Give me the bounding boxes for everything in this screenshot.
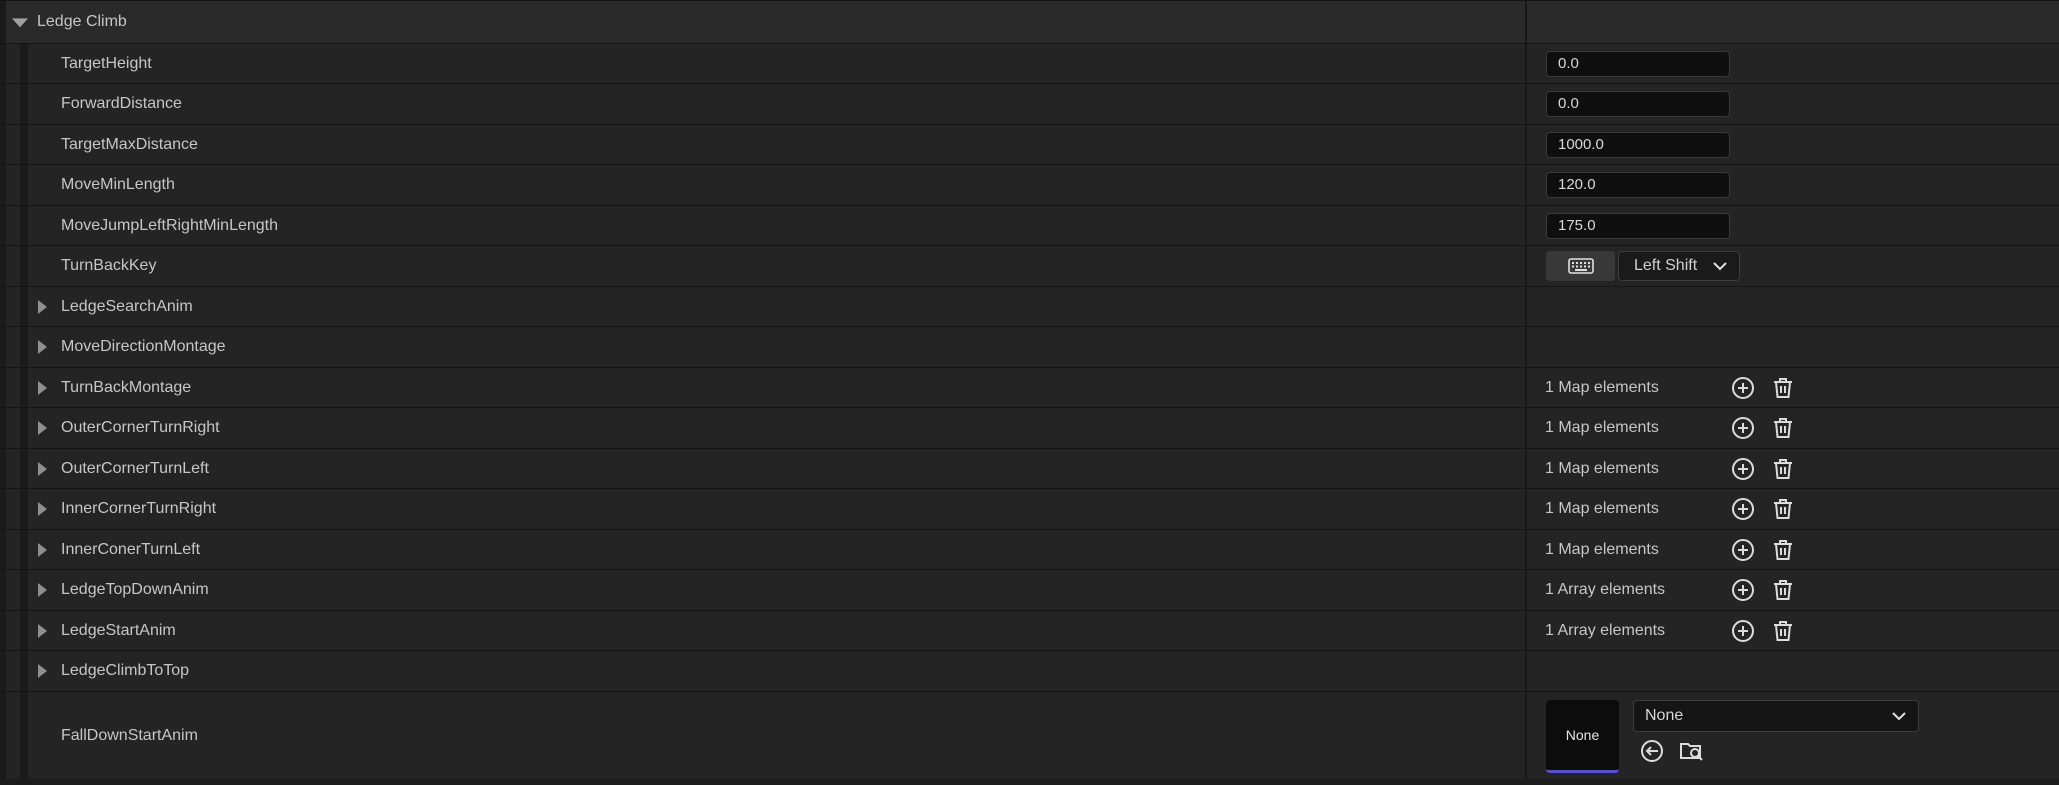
category-title: Ledge Climb (37, 13, 127, 30)
property-row-turn-back-key: TurnBackKey Left Shift (0, 245, 2059, 286)
property-row-inner-coner-turn-left[interactable]: InnerConerTurnLeft 1 Map elements (0, 529, 2059, 569)
element-count: 1 Array elements (1545, 581, 1666, 598)
trash-icon[interactable] (1771, 619, 1795, 643)
details-panel: Ledge Climb TargetHeight 0.0 ForwardDist… (0, 0, 2059, 785)
property-label: OuterCornerTurnLeft (61, 459, 209, 477)
expand-arrow-icon[interactable] (38, 583, 47, 597)
add-element-icon[interactable] (1731, 578, 1755, 602)
element-count: 1 Map elements (1545, 419, 1659, 436)
property-row-fall-down-start-anim: FallDownStartAnim None None (0, 691, 2059, 779)
trash-icon[interactable] (1771, 457, 1795, 481)
expand-arrow-icon[interactable] (38, 542, 47, 557)
expand-arrow-icon[interactable] (38, 299, 47, 314)
keyboard-icon (1568, 258, 1594, 274)
property-label: LedgeSearchAnim (61, 297, 193, 315)
chevron-down-icon (1892, 712, 1906, 721)
property-label: FallDownStartAnim (61, 726, 198, 744)
trash-icon[interactable] (1771, 376, 1795, 400)
property-label: LedgeClimbToTop (61, 662, 190, 679)
property-label: InnerCornerTurnRight (61, 500, 217, 517)
key-select-value: Left Shift (1634, 257, 1698, 274)
key-capture-button[interactable] (1546, 251, 1615, 281)
folder-search-icon[interactable] (1679, 739, 1703, 763)
expand-arrow-icon[interactable] (38, 461, 47, 476)
add-element-icon[interactable] (1731, 457, 1755, 481)
add-element-icon[interactable] (1731, 376, 1755, 400)
property-row-turn-back-montage[interactable]: TurnBackMontage 1 Map elements (0, 367, 2059, 407)
chevron-down-icon (1713, 262, 1727, 271)
trash-icon[interactable] (1771, 578, 1795, 602)
move-jump-lr-min-length-input[interactable]: 175.0 (1546, 212, 1730, 239)
key-select-dropdown[interactable]: Left Shift (1618, 251, 1740, 281)
expand-arrow-icon[interactable] (38, 421, 47, 435)
property-row-move-min-length: MoveMinLength 120.0 (0, 164, 2059, 205)
property-label: InnerConerTurnLeft (61, 540, 201, 558)
element-count: 1 Map elements (1545, 459, 1659, 477)
asset-picker-value: None (1645, 707, 1684, 724)
property-row-ledge-climb-to-top[interactable]: LedgeClimbToTop (0, 650, 2059, 691)
asset-picker-dropdown[interactable]: None (1633, 700, 1919, 732)
property-label: LedgeTopDownAnim (61, 581, 209, 598)
property-label: TurnBackKey (61, 257, 157, 274)
add-element-icon[interactable] (1731, 619, 1755, 643)
element-count: 1 Array elements (1545, 621, 1666, 639)
expand-arrow-icon[interactable] (38, 380, 47, 395)
property-row-ledge-search-anim[interactable]: LedgeSearchAnim (0, 286, 2059, 326)
category-header-ledge-climb[interactable]: Ledge Climb (0, 0, 2059, 43)
property-row-inner-corner-turn-right[interactable]: InnerCornerTurnRight 1 Map elements (0, 488, 2059, 529)
target-height-input[interactable]: 0.0 (1546, 50, 1730, 77)
property-label: MoveMinLength (61, 176, 175, 193)
property-row-outer-corner-turn-left[interactable]: OuterCornerTurnLeft 1 Map elements (0, 448, 2059, 488)
asset-thumbnail[interactable]: None (1546, 700, 1619, 773)
property-row-move-jump-lr-min-length: MoveJumpLeftRightMinLength 175.0 (0, 205, 2059, 245)
property-label: OuterCornerTurnRight (61, 419, 220, 436)
property-row-target-height: TargetHeight 0.0 (0, 43, 2059, 83)
element-count: 1 Map elements (1545, 378, 1659, 396)
property-row-ledge-top-down-anim[interactable]: LedgeTopDownAnim 1 Array elements (0, 569, 2059, 610)
use-selected-arrow-icon[interactable] (1640, 739, 1664, 763)
property-label: ForwardDistance (61, 95, 182, 112)
trash-icon[interactable] (1771, 497, 1795, 521)
property-row-target-max-distance: TargetMaxDistance 1000.0 (0, 124, 2059, 164)
expand-arrow-icon[interactable] (38, 664, 47, 678)
element-count: 1 Map elements (1545, 500, 1659, 517)
trash-icon[interactable] (1771, 538, 1795, 562)
add-element-icon[interactable] (1731, 416, 1755, 440)
trash-icon[interactable] (1771, 416, 1795, 440)
forward-distance-input[interactable]: 0.0 (1546, 91, 1730, 117)
add-element-icon[interactable] (1731, 497, 1755, 521)
property-label: TurnBackMontage (61, 378, 192, 396)
property-label: MoveJumpLeftRightMinLength (61, 216, 279, 234)
property-label: LedgeStartAnim (61, 621, 176, 639)
property-label: MoveDirectionMontage (61, 338, 226, 355)
element-count: 1 Map elements (1545, 540, 1659, 558)
property-row-ledge-start-anim[interactable]: LedgeStartAnim 1 Array elements (0, 610, 2059, 650)
expand-arrow-icon[interactable] (38, 502, 47, 516)
move-min-length-input[interactable]: 120.0 (1546, 172, 1730, 198)
add-element-icon[interactable] (1731, 538, 1755, 562)
expand-arrow-icon[interactable] (38, 623, 47, 638)
expand-arrow-icon[interactable] (38, 340, 47, 354)
collapse-arrow-icon[interactable] (12, 18, 28, 28)
property-row-move-direction-montage[interactable]: MoveDirectionMontage (0, 326, 2059, 367)
property-label: TargetHeight (61, 54, 152, 72)
property-label: TargetMaxDistance (61, 135, 198, 153)
property-row-forward-distance: ForwardDistance 0.0 (0, 83, 2059, 124)
property-row-outer-corner-turn-right[interactable]: OuterCornerTurnRight 1 Map elements (0, 407, 2059, 448)
target-max-distance-input[interactable]: 1000.0 (1546, 131, 1730, 158)
